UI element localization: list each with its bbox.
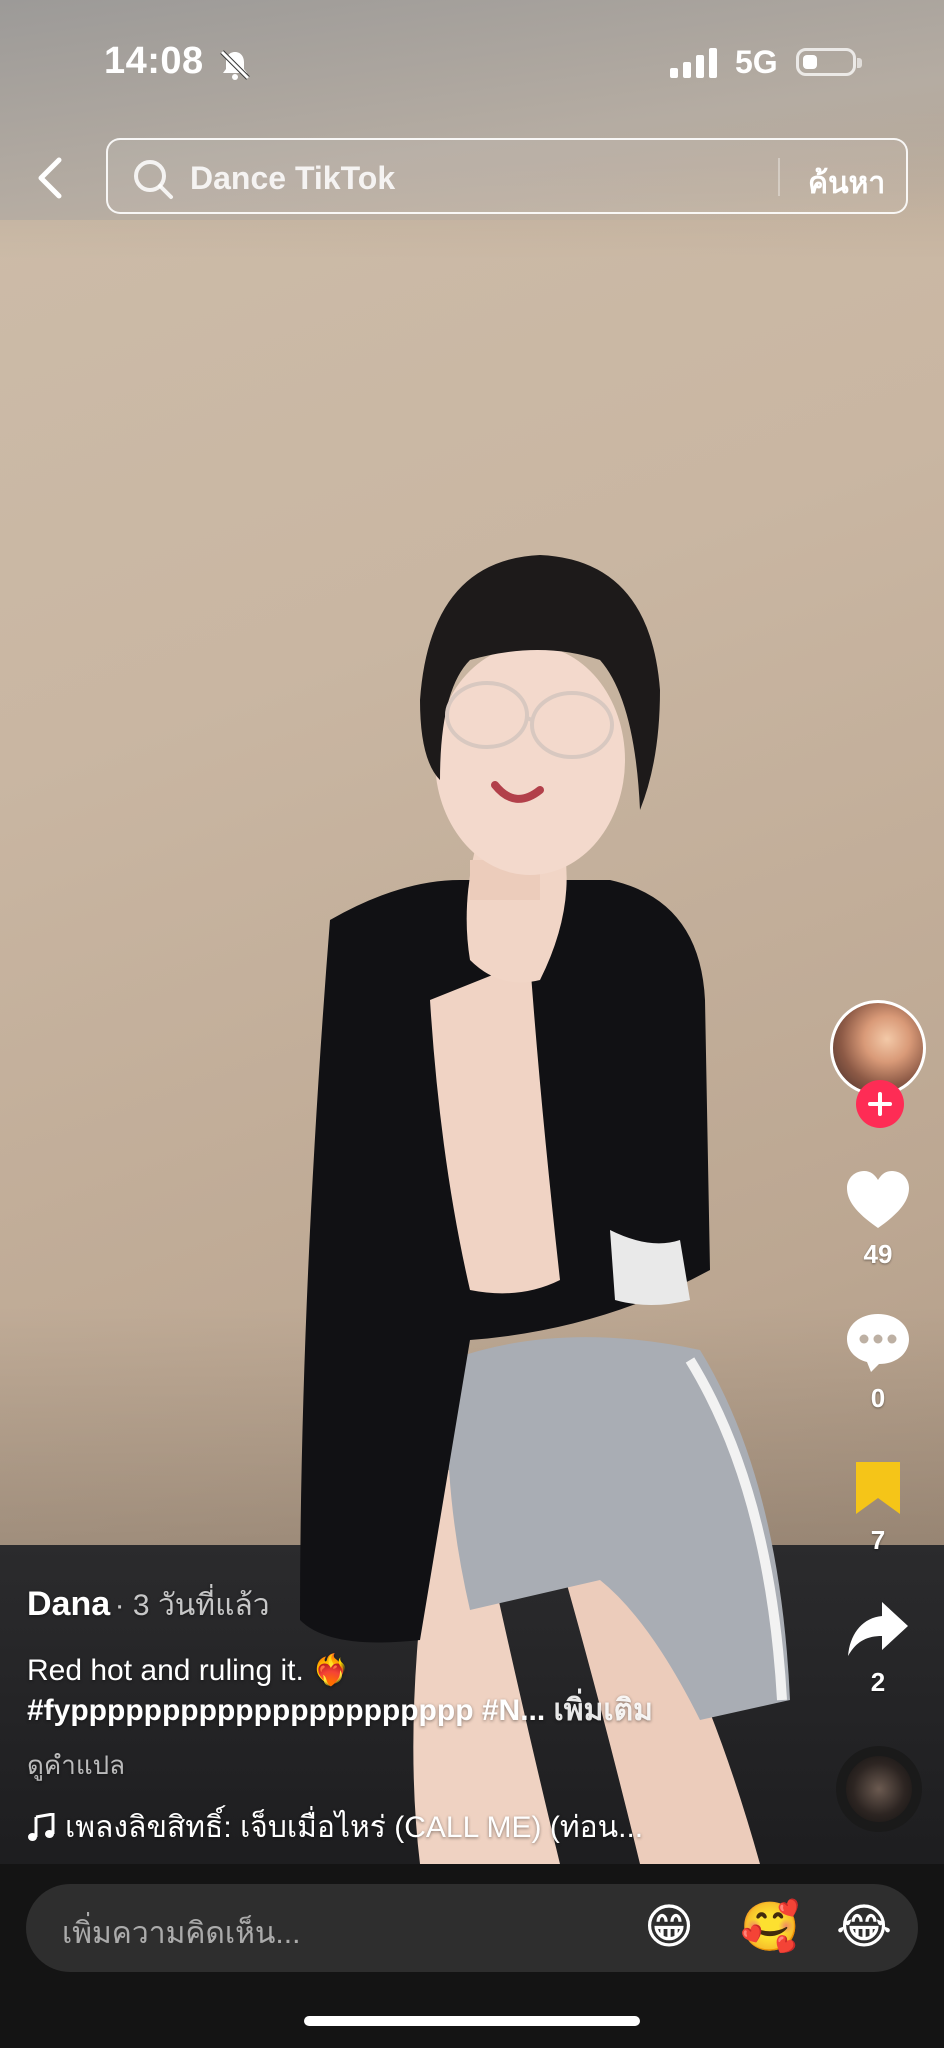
music-info[interactable]: เพลงลิขสิทธิ์: เจ็บเมื่อไหร่ (CALL ME) (… [27, 1804, 807, 1851]
post-hashtags[interactable]: #fypppppppppppppppppppppp #N... เพิ่มเติ… [27, 1691, 807, 1731]
mute-bell-icon [220, 50, 250, 80]
comment-placeholder[interactable]: เพิ่มความคิดเห็น... [62, 1910, 300, 1957]
bookmark-icon [856, 1462, 900, 1514]
post-caption: Dana · 3 วันที่แล้ว Red hot and ruling i… [27, 1582, 807, 1851]
hashtag-text[interactable]: #fypppppppppppppppppppppp #N... [27, 1694, 545, 1727]
emoji-laugh-button[interactable]: 😂 [836, 1900, 892, 1956]
status-bar: 14:08 5G [0, 0, 944, 130]
follow-button[interactable] [856, 1080, 904, 1128]
post-description: Red hot and ruling it. ❤️‍🔥 [27, 1654, 350, 1687]
plus-icon [868, 1092, 892, 1116]
share-arrow-icon [848, 1602, 908, 1656]
heart-icon [847, 1171, 909, 1228]
emoji-love-button[interactable]: 🥰 [740, 1900, 800, 1956]
chevron-left-icon [38, 157, 62, 199]
bottom-bar: เพิ่มความคิดเห็น... 😁 🥰 😂 [0, 1864, 944, 2048]
search-divider [778, 158, 780, 196]
comment-button[interactable]: 0 [828, 1312, 928, 1414]
status-time: 14:08 [104, 40, 204, 82]
save-button[interactable]: 7 [828, 1460, 928, 1556]
comment-count: 0 [870, 1383, 886, 1413]
share-button[interactable]: 2 [828, 1600, 928, 1698]
comment-bubble-icon [847, 1314, 909, 1372]
author-name[interactable]: Dana [27, 1585, 110, 1623]
home-indicator[interactable] [304, 2016, 640, 2026]
emoji-grin-button[interactable]: 😁 [644, 1900, 694, 1956]
cellular-signal-icon [670, 48, 717, 78]
network-type: 5G [735, 44, 778, 80]
search-query[interactable]: Dance TikTok [190, 160, 395, 197]
like-count: 49 [863, 1239, 893, 1269]
search-bar[interactable]: Dance TikTok ค้นหา [106, 138, 908, 214]
comment-input[interactable]: เพิ่มความคิดเห็น... 😁 🥰 😂 [26, 1884, 918, 1972]
share-count: 2 [870, 1667, 886, 1697]
post-time: · 3 วันที่แล้ว [114, 1589, 270, 1622]
translate-link[interactable]: ดูคำแปล [27, 1745, 807, 1786]
music-note-icon [28, 1812, 55, 1841]
music-disc[interactable] [836, 1746, 922, 1832]
battery-icon [796, 48, 862, 76]
back-button[interactable] [30, 150, 70, 206]
like-button[interactable]: 49 [828, 1170, 928, 1270]
search-submit-button[interactable]: ค้นหา [808, 160, 885, 207]
creator-avatar[interactable] [830, 1000, 926, 1128]
music-title[interactable]: เพลงลิขสิทธิ์: เจ็บเมื่อไหร่ (CALL ME) (… [65, 1804, 643, 1851]
see-more-link[interactable]: เพิ่มเติม [554, 1694, 653, 1727]
save-count: 7 [870, 1525, 886, 1555]
search-icon [134, 160, 173, 199]
